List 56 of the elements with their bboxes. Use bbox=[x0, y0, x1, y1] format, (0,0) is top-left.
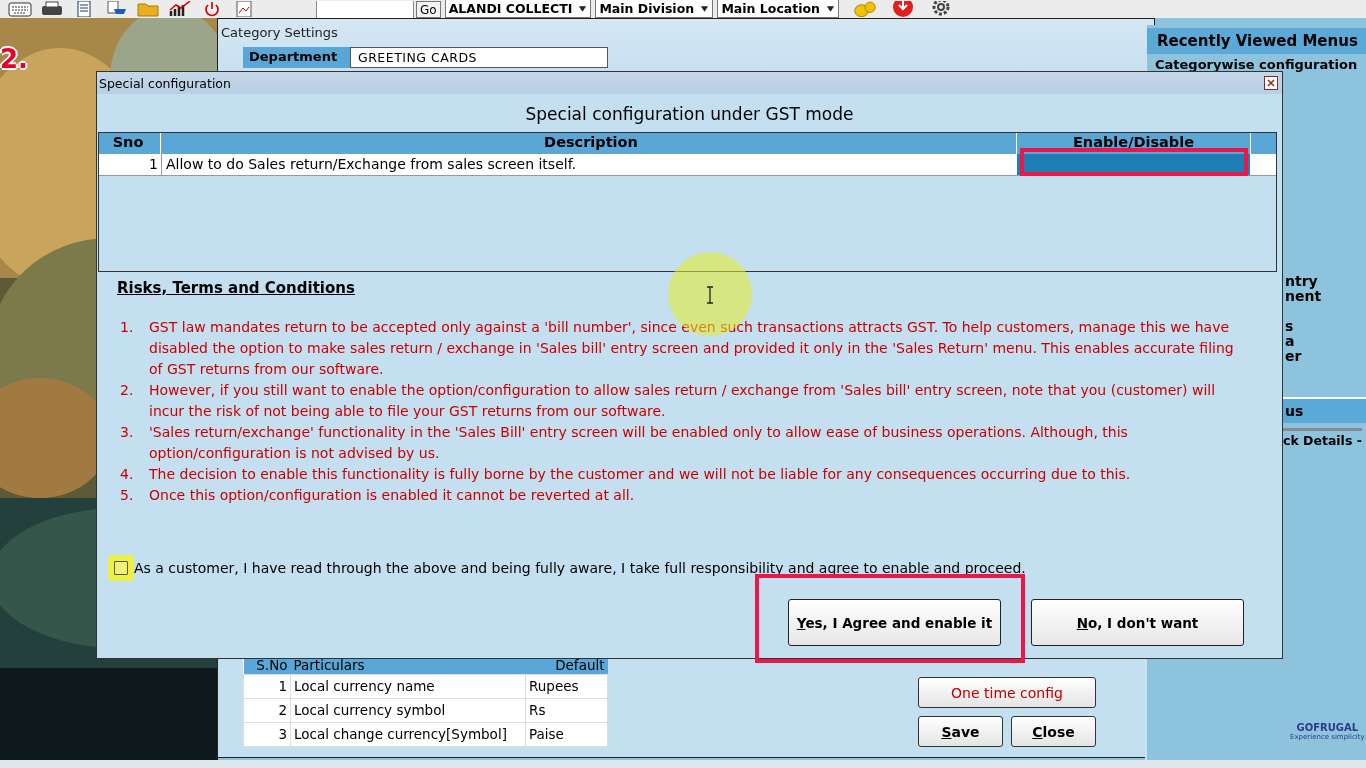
cart-icon[interactable] bbox=[104, 1, 128, 17]
table-cell: Paise bbox=[525, 722, 608, 747]
dialog-button[interactable]: Yes, I Agree and enable it bbox=[788, 599, 1001, 646]
menu-item[interactable]: s bbox=[1285, 319, 1322, 334]
table-cell: 1 bbox=[243, 674, 291, 699]
chart-icon[interactable] bbox=[168, 1, 192, 17]
caret-icon bbox=[578, 5, 588, 12]
dropdown[interactable]: Main Division bbox=[595, 0, 714, 18]
list-number: 5. bbox=[119, 486, 135, 505]
table-cell: Local currency symbol bbox=[290, 698, 526, 723]
term-text: 'Sales return/exchange' functionality in the 'Sales Bill' entry screen will be enabled only to allow ease of business operations. Although, this option/configuration is not advised by us. bbox=[149, 423, 1129, 463]
field-label: Department bbox=[243, 47, 350, 68]
caret-icon bbox=[826, 5, 835, 12]
table-cell: Rs bbox=[525, 698, 608, 723]
list-number: 2. bbox=[119, 381, 135, 400]
table-cell: 3 bbox=[243, 722, 291, 747]
dropdown[interactable]: Main Location bbox=[717, 0, 839, 18]
table-cell: 2 bbox=[243, 698, 291, 723]
table-cell: Local currency name bbox=[290, 674, 526, 699]
table-cell: Local change currency[Symbol] bbox=[290, 722, 526, 747]
printer-icon[interactable] bbox=[40, 1, 64, 17]
list-number: 3. bbox=[119, 423, 135, 442]
step-label: 2. bbox=[0, 46, 28, 72]
search-field[interactable] bbox=[316, 1, 414, 18]
keyboard-icon[interactable] bbox=[8, 1, 32, 17]
text-cursor-icon bbox=[706, 286, 714, 304]
department-field[interactable]: GREETING CARDS bbox=[350, 47, 608, 68]
window-button[interactable]: Save bbox=[918, 716, 1003, 747]
dialog-heading: Special configuration under GST mode bbox=[525, 103, 854, 126]
term-text: The decision to enable this functionality is fully borne by the customer and we will not be liable for any consequences occurring due to this. bbox=[149, 465, 1131, 484]
window-title: Category Settings bbox=[220, 24, 339, 42]
dialog-button[interactable]: No, I don't want bbox=[1031, 599, 1244, 646]
term-text: GST law mandates return to be accepted only against a 'bill number', since even such transactions attracts GST. To help customers, manage this we have disabled the option to make sales return / exchange in 'Sales bill' entry screen and provided it only in the 'Sales Return' menu. This enables accurate filing of GST returns from our software. bbox=[149, 318, 1235, 379]
menu-item[interactable]: nent bbox=[1285, 289, 1322, 304]
menu-item[interactable]: Categorywise configuration bbox=[1147, 54, 1366, 75]
dropdown[interactable]: ALANDI COLLECTI bbox=[444, 0, 592, 18]
menu-item[interactable]: ntry bbox=[1285, 274, 1322, 289]
go-button[interactable]: Go bbox=[416, 1, 441, 18]
menu-item[interactable]: er bbox=[1285, 349, 1322, 364]
list-number: 4. bbox=[119, 465, 135, 484]
logo: GOFRUGAL bbox=[1295, 722, 1360, 733]
term-text: Once this option/configuration is enabled it cannot be reverted at all. bbox=[149, 486, 635, 505]
caret-icon bbox=[700, 5, 710, 12]
list-number: 1. bbox=[119, 318, 135, 337]
table-cell: Rupees bbox=[525, 674, 608, 699]
table-cell-text: 1 bbox=[148, 155, 159, 174]
close-icon[interactable] bbox=[1264, 76, 1278, 90]
panel-title: Recently Viewed Menus bbox=[1147, 28, 1366, 54]
dialog-title: Special configuration bbox=[99, 75, 231, 91]
checkbox-label: As a customer, I have read through the above and being fully aware, I take full responsibility and agree to enable and proceed. bbox=[134, 560, 1026, 576]
menu-item[interactable]: a bbox=[1285, 334, 1322, 349]
coins-icon[interactable] bbox=[853, 1, 877, 17]
window-button[interactable]: One time config bbox=[918, 677, 1096, 708]
download-icon[interactable] bbox=[891, 1, 915, 17]
window-button[interactable]: Close bbox=[1011, 716, 1096, 747]
section-title: Risks, Terms and Conditions bbox=[117, 279, 355, 297]
